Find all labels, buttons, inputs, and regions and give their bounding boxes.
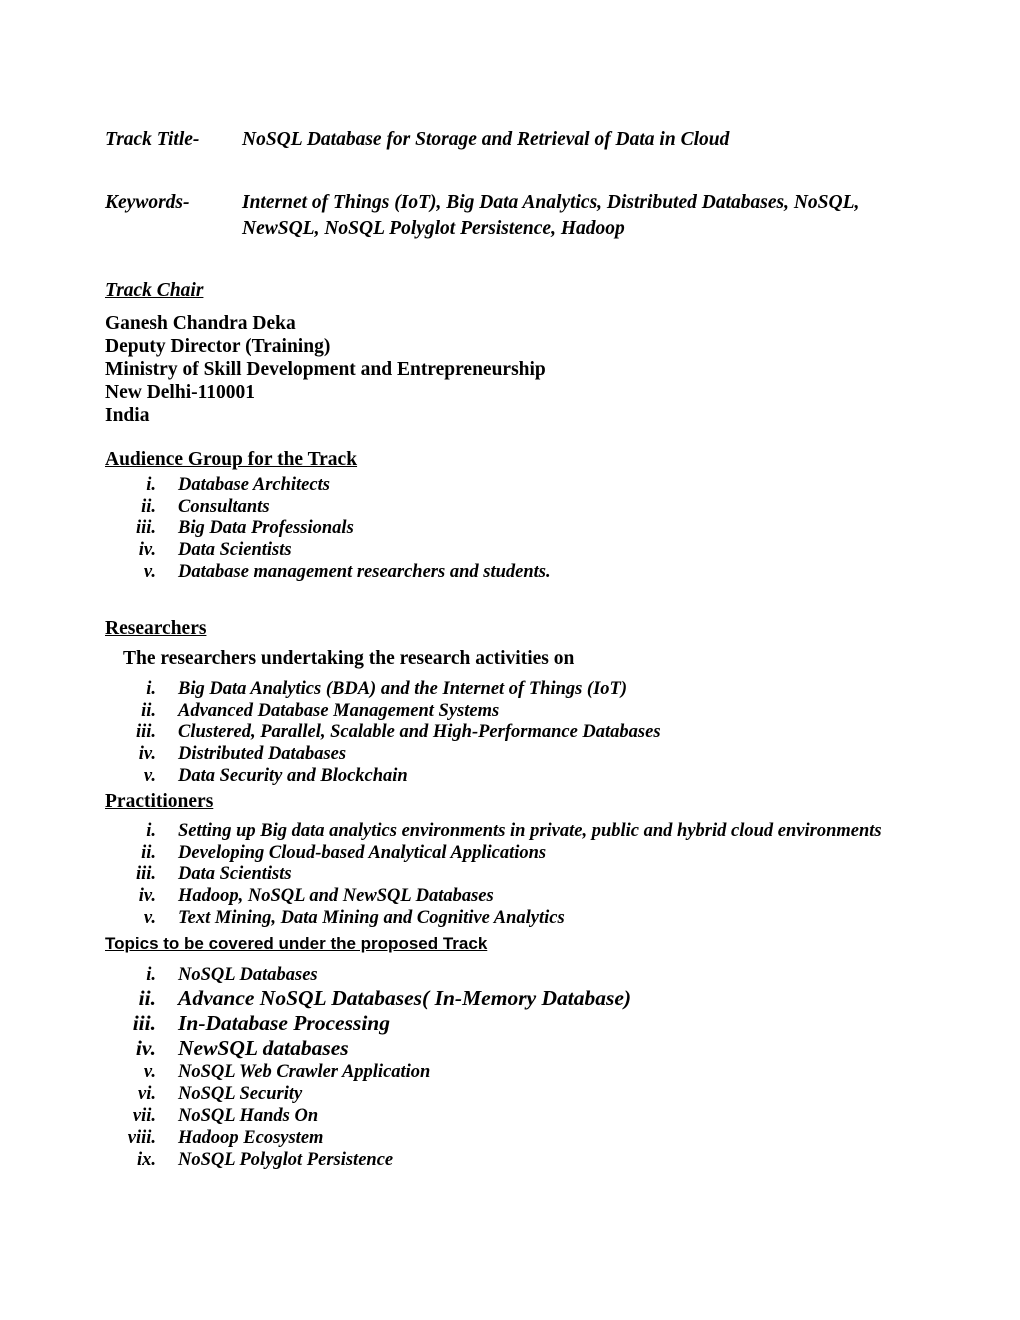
audience-group-heading: Audience Group for the Track	[105, 449, 358, 470]
researchers-intro: The researchers undertaking the research…	[123, 648, 575, 669]
list-item-marker: ii.	[138, 986, 156, 1010]
keywords-row: Keywords- Internet of Things (IoT), Big …	[105, 190, 883, 242]
track-title-row: Track Title- NoSQL Database for Storage …	[105, 127, 895, 153]
list-item-marker: ix.	[136, 1150, 156, 1171]
list-item-label: Database management researchers and stud…	[178, 561, 551, 582]
list-item: iv. Distributed Databases	[100, 744, 661, 766]
list-item-marker: v.	[143, 1062, 156, 1083]
researchers-list: i. Big Data Analytics (BDA) and the Inter…	[100, 679, 661, 787]
list-item-label: Data Scientists	[178, 539, 292, 560]
list-item-marker: ii.	[141, 842, 156, 863]
list-item-marker: vi.	[138, 1084, 156, 1105]
list-item-label: Data Scientists	[178, 864, 292, 885]
practitioners-heading: Practitioners	[105, 791, 214, 812]
list-item-marker: iii.	[132, 1011, 156, 1036]
topics-heading: Topics to be covered under the proposed …	[105, 934, 488, 953]
list-item: i. Big Data Analytics (BDA) and the Inter…	[100, 679, 661, 701]
list-item-label: Advanced Database Management Systems	[178, 700, 500, 721]
list-item: i. Setting up Big data analytics environm…	[100, 821, 882, 843]
list-item-marker: vii.	[132, 1106, 156, 1127]
list-item-marker: iii.	[135, 864, 156, 885]
list-item-marker: ii.	[141, 496, 156, 517]
keywords-value: Internet of Things (IoT), Big Data Analy…	[242, 192, 860, 240]
list-item-marker: i.	[146, 475, 156, 495]
list-item-label: NoSQL Hands On	[178, 1106, 319, 1127]
list-item-label: Database Architects	[178, 475, 330, 495]
list-item-marker: iv.	[138, 885, 156, 906]
list-item-marker: v.	[143, 907, 156, 928]
list-item-label: Big Data Analytics (BDA) and the Interne…	[178, 679, 628, 699]
list-item-label: NoSQL Web Crawler Application	[178, 1062, 431, 1083]
list-item-label: In-Database Processing	[178, 1011, 391, 1036]
list-item: ix. NoSQL Polyglot Persistence	[100, 1149, 631, 1171]
list-item: iii. Data Scientists	[100, 864, 882, 886]
list-item-label: Big Data Professionals	[178, 518, 354, 539]
list-item-marker: v.	[143, 561, 156, 582]
list-item-marker: i.	[146, 679, 156, 699]
list-item: vii. NoSQL Hands On	[100, 1105, 631, 1127]
list-item-marker: ii.	[141, 700, 156, 721]
list-item: iii. In-Database Processing	[100, 1011, 631, 1036]
track-title-value: NoSQL Database for Storage and Retrieval…	[242, 129, 730, 150]
list-item: iv. Hadoop, NoSQL and NewSQL Databases	[100, 886, 882, 908]
list-item-marker: iii.	[135, 518, 156, 539]
keywords-label: Keywords-	[105, 192, 190, 213]
list-item-label: Text Mining, Data Mining and Cognitive A…	[178, 907, 565, 928]
list-item-marker: iv.	[138, 743, 156, 764]
list-item-label: Hadoop, NoSQL and NewSQL Databases	[178, 885, 494, 906]
audience-group-list: i. Database Architects ii. Consultants iii. B…	[100, 475, 551, 583]
list-item: iv. Data Scientists	[100, 540, 551, 562]
list-item: iii. Big Data Professionals	[100, 518, 551, 540]
track-chair-country: India	[105, 405, 150, 426]
list-item-marker: iv.	[138, 539, 156, 560]
list-item: ii. Developing Cloud-based Analytical App…	[100, 843, 882, 865]
list-item: ii. Advance NoSQL Databases( In-Memory Da…	[100, 986, 631, 1011]
list-item-label: Advance NoSQL Databases( In-Memory Datab…	[178, 986, 632, 1010]
list-item-label: Distributed Databases	[178, 743, 347, 764]
practitioners-list: i. Setting up Big data analytics environm…	[100, 821, 882, 929]
list-item-label: Data Security and Blockchain	[178, 765, 408, 786]
list-item-marker: iv.	[135, 1036, 156, 1061]
list-item: ii. Consultants	[100, 497, 551, 519]
list-item-label: Consultants	[178, 496, 270, 517]
list-item-label: NoSQL Polyglot Persistence	[178, 1150, 394, 1171]
list-item: v. NoSQL Web Crawler Application	[100, 1061, 631, 1083]
list-item: v. Text Mining, Data Mining and Cognitive…	[100, 908, 882, 930]
list-item-marker: i.	[146, 821, 156, 841]
list-item-label: NewSQL databases	[178, 1036, 349, 1061]
list-item-label: NoSQL Databases	[178, 965, 318, 985]
track-title-label: Track Title-	[105, 129, 200, 150]
list-item: iv. NewSQL databases	[100, 1036, 631, 1061]
list-item: vi. NoSQL Security	[100, 1083, 631, 1105]
list-item-label: Clustered, Parallel, Scalable and High-P…	[178, 722, 661, 743]
topics-list: i. NoSQL Databases ii. Advance NoSQL Databa…	[100, 964, 631, 1171]
list-item: viii. Hadoop Ecosystem	[100, 1127, 631, 1149]
list-item: ii. Advanced Database Management Systems	[100, 701, 661, 723]
list-item-label: Setting up Big data analytics environmen…	[178, 821, 882, 841]
list-item-marker: i.	[146, 965, 156, 985]
list-item: v. Database management researchers and st…	[100, 562, 551, 584]
list-item: i. Database Architects	[100, 475, 551, 497]
list-item-label: Hadoop Ecosystem	[178, 1128, 324, 1149]
track-chair-heading: Track Chair	[105, 280, 204, 301]
list-item: iii. Clustered, Parallel, Scalable and Hi…	[100, 722, 661, 744]
document-page: Track Title- NoSQL Database for Storage …	[0, 0, 1020, 1320]
list-item: i. NoSQL Databases	[100, 964, 631, 986]
list-item-marker: v.	[143, 765, 156, 786]
list-item-label: Developing Cloud-based Analytical Applic…	[178, 842, 547, 863]
list-item-marker: iii.	[135, 722, 156, 743]
list-item-marker: viii.	[127, 1128, 156, 1149]
list-item: v. Data Security and Blockchain	[100, 766, 661, 788]
list-item-label: NoSQL Security	[178, 1084, 303, 1105]
researchers-heading: Researchers	[105, 618, 207, 639]
